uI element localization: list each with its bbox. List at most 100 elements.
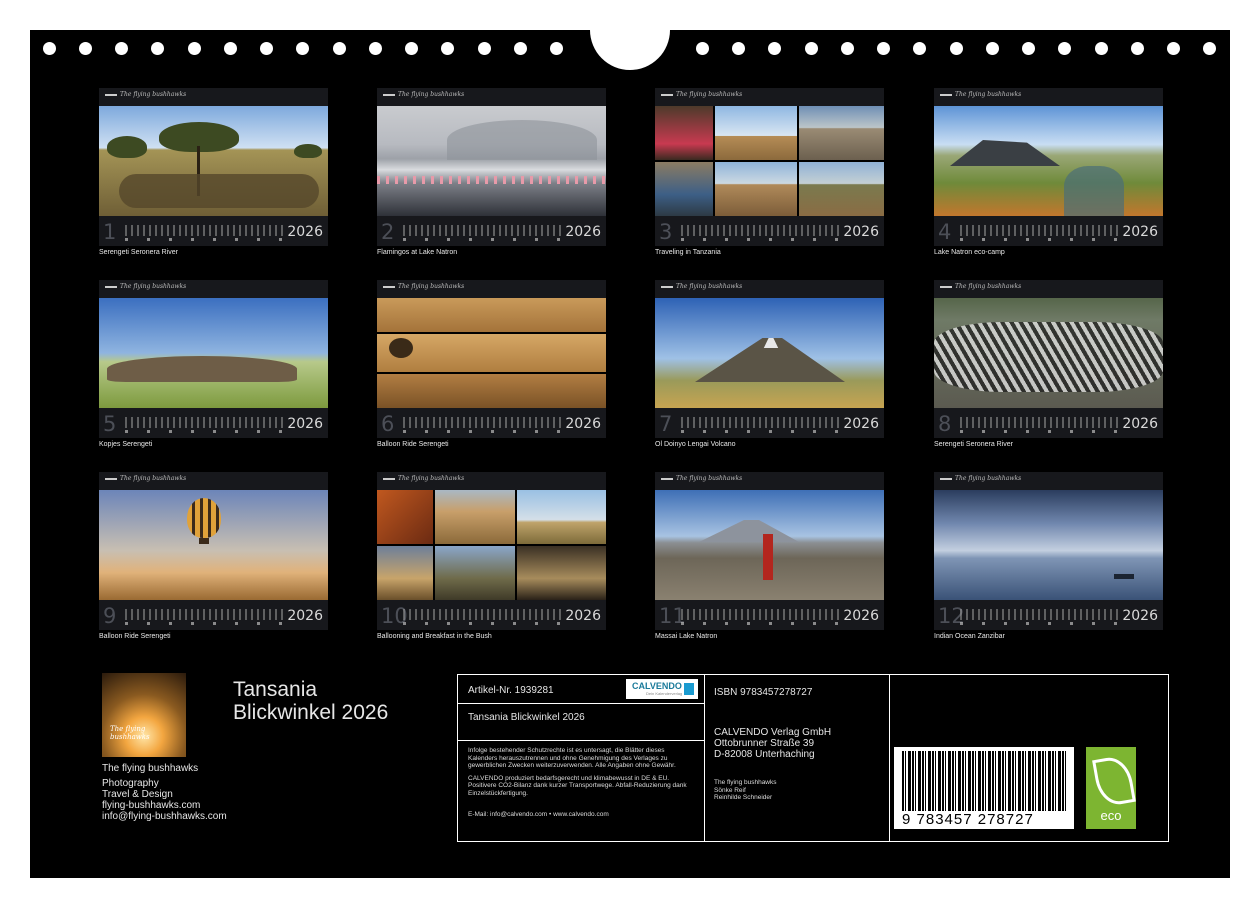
month-photo-collage — [377, 490, 606, 600]
author-name: The flying bushhawks — [102, 763, 199, 774]
legal-notice: Infolge bestehender Schutzrechte ist es … — [468, 747, 676, 769]
barcode-number: 9 783457 278727 — [902, 811, 1034, 828]
month-thumbnail: The flying bushhawks 5 2026 Kopjes Sereng… — [99, 280, 328, 455]
isbn-barcode: 9 783457 278727 — [894, 747, 1074, 829]
product-info-box: Artikel-Nr. 1939281 CALVENDO Dein Kalend… — [457, 674, 1169, 842]
month-photo — [99, 490, 328, 600]
title-line1: Tansania — [233, 678, 318, 701]
month-caption: Kopjes Serengeti — [99, 441, 153, 448]
isbn: ISBN 9783457278727 — [714, 687, 813, 698]
eco-badge: eco — [1086, 747, 1136, 829]
brand-logo: The flying bushhawks — [661, 91, 742, 98]
month-photo — [934, 106, 1163, 216]
month-number: 6 — [381, 412, 395, 436]
brand-logo: The flying bushhawks — [105, 283, 186, 290]
month-caption: Flamingos at Lake Natron — [377, 249, 458, 256]
month-year: 2026 — [565, 224, 601, 240]
brand-logo: The flying bushhawks — [940, 475, 1021, 482]
hanger-notch — [590, 22, 670, 70]
month-caption: Serengeti Seronera River — [934, 441, 1013, 448]
month-caption: Indian Ocean Zanzibar — [934, 633, 1005, 640]
month-year: 2026 — [287, 608, 323, 624]
author-website: flying-bushhawks.com — [102, 800, 201, 811]
calvendo-logo: CALVENDO Dein Kalenderverlag — [626, 679, 698, 699]
brand-logo: The flying bushhawks — [661, 475, 742, 482]
month-photo — [377, 106, 606, 216]
month-caption: Lake Natron eco-camp — [934, 249, 1005, 256]
month-number: 3 — [659, 220, 673, 244]
brand-logo: The flying bushhawks — [383, 91, 464, 98]
product-info-middle: ISBN 9783457278727 CALVENDO Verlag GmbH … — [706, 675, 890, 841]
publisher-name: CALVENDO Verlag GmbH — [714, 727, 832, 738]
month-year: 2026 — [1122, 608, 1158, 624]
month-number: 2 — [381, 220, 395, 244]
author-line1: Photography — [102, 778, 159, 789]
month-caption: Balloon Ride Serengeti — [99, 633, 171, 640]
title-line2: Blickwinkel 2026 — [233, 701, 389, 724]
month-thumbnail: The flying bushhawks 2 2026 Flamingos at … — [377, 88, 606, 263]
month-caption: Traveling in Tanzania — [655, 249, 721, 256]
month-year: 2026 — [565, 608, 601, 624]
month-thumbnail: The flying bushhawks 10 2026 Ballooning a… — [377, 472, 606, 647]
month-caption: Ballooning and Breakfast in the Bush — [377, 633, 492, 640]
publisher-street: Ottobrunner Straße 39 — [714, 738, 815, 749]
month-photo — [99, 106, 328, 216]
month-thumbnail: The flying bushhawks 6 2026 Balloon Ride … — [377, 280, 606, 455]
brand-logo: The flying bushhawks — [940, 283, 1021, 290]
month-number: 5 — [103, 412, 117, 436]
month-photo — [99, 298, 328, 408]
month-thumbnail: The flying bushhawks 1 2026 Serengeti Ser… — [99, 88, 328, 263]
calendar-title: Tansania Blickwinkel 2026 — [233, 678, 388, 724]
month-number: 7 — [659, 412, 673, 436]
month-thumbnail: The flying bushhawks 3 2026 Traveling in … — [655, 88, 884, 263]
month-caption: Ol Doinyo Lengai Volcano — [655, 441, 736, 448]
month-photo — [655, 298, 884, 408]
brand-logo: The flying bushhawks — [105, 91, 186, 98]
month-year: 2026 — [565, 416, 601, 432]
article-number: Artikel-Nr. 1939281 — [468, 685, 554, 696]
contact-line: E-Mail: info@calvendo.com • www.calvendo… — [468, 811, 609, 818]
brand-logo: The flying bushhawks — [661, 283, 742, 290]
eco-notice: CALVENDO produziert bedarfsgerecht und k… — [468, 774, 687, 797]
product-info-left: Artikel-Nr. 1939281 CALVENDO Dein Kalend… — [458, 675, 705, 841]
month-thumbnail: The flying bushhawks 11 2026 Massai Lake … — [655, 472, 884, 647]
month-thumbnail: The flying bushhawks 9 2026 Balloon Ride … — [99, 472, 328, 647]
credit-line: Reinhilde Schneider — [714, 794, 773, 801]
eco-label: eco — [1100, 808, 1122, 823]
leaf-icon — [1092, 754, 1136, 808]
brand-logo: The flying bushhawks — [383, 283, 464, 290]
month-thumbnail: The flying bushhawks 4 2026 Lake Natron e… — [934, 88, 1163, 263]
binding-holes — [30, 22, 1230, 70]
month-photo — [655, 490, 884, 600]
month-year: 2026 — [287, 416, 323, 432]
month-number: 4 — [938, 220, 952, 244]
product-title: Tansania Blickwinkel 2026 — [468, 712, 585, 723]
month-year: 2026 — [287, 224, 323, 240]
month-caption: Serengeti Seronera River — [99, 249, 178, 256]
month-photo-collage — [655, 106, 884, 216]
month-photo — [934, 490, 1163, 600]
month-thumbnail: The flying bushhawks 7 2026 Ol Doinyo Len… — [655, 280, 884, 455]
month-photo-collage — [377, 298, 606, 408]
month-thumbnail: The flying bushhawks 8 2026 Serengeti Ser… — [934, 280, 1163, 455]
credit-line: Sönke Reif — [714, 786, 746, 794]
month-thumbnail: The flying bushhawks 12 2026 Indian Ocean… — [934, 472, 1163, 647]
brand-logo: The flying bushhawks — [105, 475, 186, 482]
month-year: 2026 — [843, 416, 879, 432]
month-year: 2026 — [1122, 224, 1158, 240]
month-number: 1 — [103, 220, 117, 244]
month-number: 9 — [103, 604, 117, 628]
month-year: 2026 — [843, 224, 879, 240]
month-caption: Balloon Ride Serengeti — [377, 441, 449, 448]
publisher-city: D-82008 Unterhaching — [714, 749, 815, 760]
month-caption: Massai Lake Natron — [655, 633, 718, 640]
month-number: 8 — [938, 412, 952, 436]
month-year: 2026 — [843, 608, 879, 624]
month-photo — [934, 298, 1163, 408]
brand-logo: The flying bushhawks — [383, 475, 464, 482]
credit-line: The flying bushhawks — [714, 779, 777, 786]
author-line2: Travel & Design — [102, 789, 173, 800]
brand-logo: The flying bushhawks — [940, 91, 1021, 98]
author-logo: The flying bushhawks — [102, 673, 186, 757]
month-year: 2026 — [1122, 416, 1158, 432]
